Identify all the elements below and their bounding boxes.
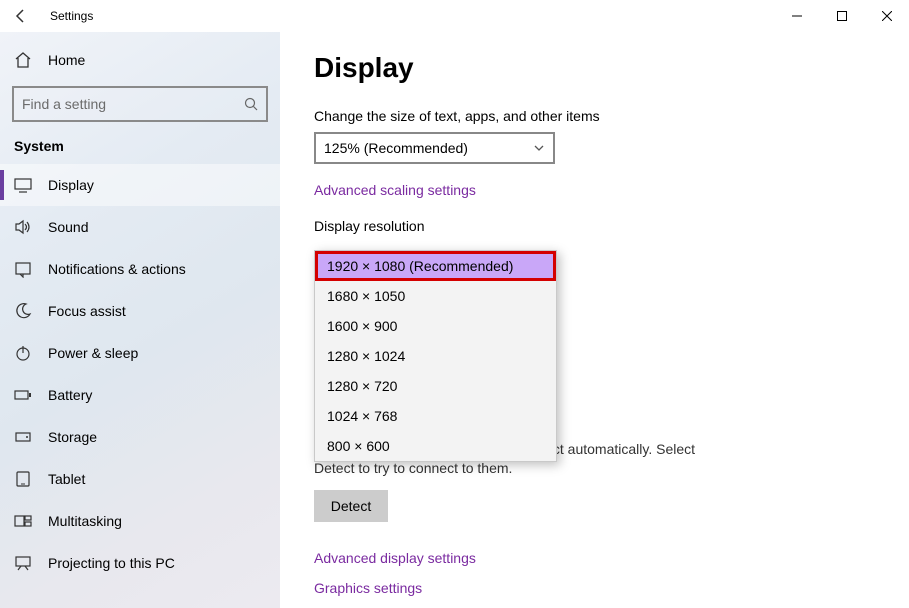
resolution-option[interactable]: 1024 × 768 — [315, 401, 556, 431]
home-icon — [14, 51, 32, 69]
monitor-icon — [14, 176, 32, 194]
resolution-dropdown: 1920 × 1080 (Recommended) 1680 × 1050 16… — [314, 250, 557, 462]
resolution-option[interactable]: 1280 × 1024 — [315, 341, 556, 371]
sidebar-item-power[interactable]: Power & sleep — [0, 332, 280, 374]
resolution-option-selected[interactable]: 1920 × 1080 (Recommended) — [315, 251, 556, 281]
page-title: Display — [314, 52, 875, 84]
main-content: Display Change the size of text, apps, a… — [280, 32, 909, 608]
resolution-option[interactable]: 800 × 600 — [315, 431, 556, 461]
moon-icon — [14, 302, 32, 320]
sidebar-section-title: System — [0, 132, 280, 164]
sidebar-item-notifications[interactable]: Notifications & actions — [0, 248, 280, 290]
maximize-button[interactable] — [819, 0, 864, 32]
sound-icon — [14, 218, 32, 236]
search-input[interactable]: Find a setting — [12, 86, 268, 122]
sidebar: Home Find a setting System Display Sound… — [0, 32, 280, 608]
sidebar-item-label: Focus assist — [48, 303, 126, 319]
resolution-option[interactable]: 1680 × 1050 — [315, 281, 556, 311]
titlebar: Settings — [0, 0, 909, 32]
resolution-label: Display resolution — [314, 218, 875, 234]
close-button[interactable] — [864, 0, 909, 32]
project-icon — [14, 554, 32, 572]
sidebar-item-label: Projecting to this PC — [48, 555, 175, 571]
sidebar-item-label: Multitasking — [48, 513, 122, 529]
storage-icon — [14, 428, 32, 446]
scale-label: Change the size of text, apps, and other… — [314, 108, 875, 124]
back-button[interactable] — [0, 0, 42, 32]
graphics-settings-link[interactable]: Graphics settings — [314, 580, 875, 596]
sidebar-item-label: Storage — [48, 429, 97, 445]
sidebar-item-label: Battery — [48, 387, 92, 403]
sidebar-item-focus[interactable]: Focus assist — [0, 290, 280, 332]
sidebar-item-storage[interactable]: Storage — [0, 416, 280, 458]
advanced-display-link[interactable]: Advanced display settings — [314, 550, 875, 566]
power-icon — [14, 344, 32, 362]
sidebar-item-label: Sound — [48, 219, 88, 235]
sidebar-item-label: Tablet — [48, 471, 85, 487]
sidebar-item-battery[interactable]: Battery — [0, 374, 280, 416]
tablet-icon — [14, 470, 32, 488]
sidebar-item-label: Notifications & actions — [48, 261, 186, 277]
sidebar-item-multitasking[interactable]: Multitasking — [0, 500, 280, 542]
sidebar-item-display[interactable]: Display — [0, 164, 280, 206]
scale-combobox[interactable]: 125% (Recommended) — [314, 132, 555, 164]
detect-button[interactable]: Detect — [314, 490, 388, 522]
search-icon — [244, 97, 258, 111]
chevron-down-icon — [533, 142, 545, 154]
advanced-scaling-link[interactable]: Advanced scaling settings — [314, 182, 875, 198]
sidebar-home-label: Home — [48, 52, 85, 68]
scale-value: 125% (Recommended) — [324, 140, 468, 156]
window-controls — [774, 0, 909, 32]
search-placeholder: Find a setting — [22, 96, 106, 112]
sidebar-home[interactable]: Home — [0, 40, 280, 80]
resolution-option[interactable]: 1280 × 720 — [315, 371, 556, 401]
app-title: Settings — [50, 9, 93, 23]
sidebar-item-tablet[interactable]: Tablet — [0, 458, 280, 500]
notification-icon — [14, 260, 32, 278]
sidebar-item-label: Power & sleep — [48, 345, 138, 361]
sidebar-item-projecting[interactable]: Projecting to this PC — [0, 542, 280, 584]
arrow-left-icon — [13, 8, 29, 24]
sidebar-item-label: Display — [48, 177, 94, 193]
battery-icon — [14, 386, 32, 404]
sidebar-item-sound[interactable]: Sound — [0, 206, 280, 248]
resolution-option[interactable]: 1600 × 900 — [315, 311, 556, 341]
multitask-icon — [14, 512, 32, 530]
minimize-button[interactable] — [774, 0, 819, 32]
